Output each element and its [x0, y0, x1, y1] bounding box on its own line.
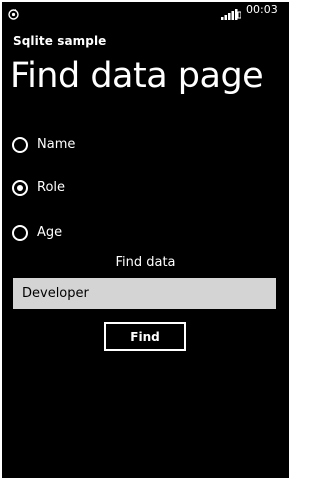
status-bar: 00:03: [2, 2, 289, 20]
page-title: Find data page: [10, 56, 264, 96]
radio-circle[interactable]: [12, 225, 28, 241]
radio-label: Name: [37, 137, 76, 152]
find-button[interactable]: Find: [104, 322, 186, 351]
phone-screen: 00:03 Sqlite sample Find data page Name …: [2, 2, 289, 478]
radio-circle[interactable]: [12, 180, 28, 196]
radio-circle[interactable]: [12, 137, 28, 153]
radio-dot: [17, 185, 23, 191]
radio-label: Age: [37, 225, 63, 240]
status-time: 00:03: [246, 3, 278, 16]
sync-icon: [8, 5, 19, 20]
app-title: Sqlite sample: [13, 34, 107, 48]
search-input[interactable]: [13, 278, 276, 309]
radio-name[interactable]: Name: [12, 133, 75, 157]
signal-icon: [221, 5, 242, 20]
radio-label: Role: [37, 180, 66, 195]
radio-role[interactable]: Role: [12, 176, 65, 200]
find-data-label: Find data: [115, 255, 176, 270]
radio-age[interactable]: Age: [12, 221, 62, 245]
